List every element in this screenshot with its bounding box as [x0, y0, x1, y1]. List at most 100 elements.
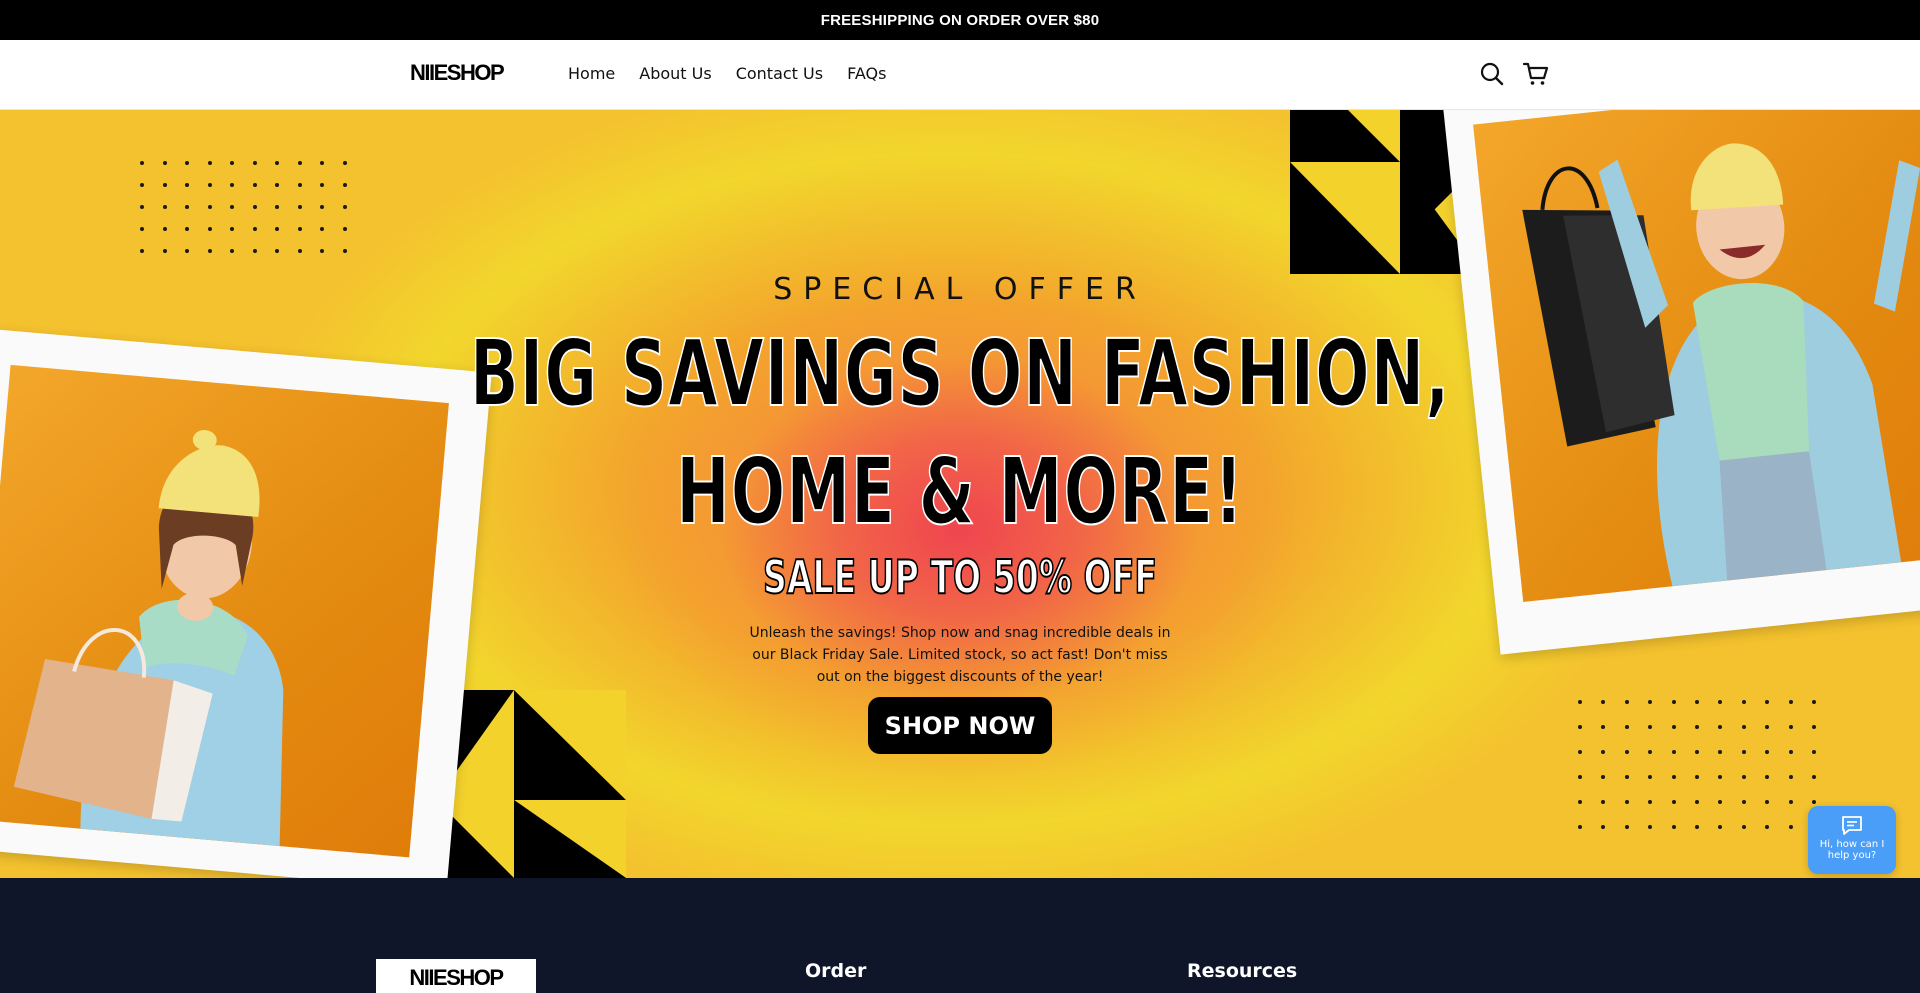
decorative-dot	[1718, 775, 1723, 779]
decorative-dot	[1718, 700, 1723, 704]
announcement-bar: FREESHIPPING ON ORDER OVER $80	[0, 0, 1920, 40]
decorative-dot	[1718, 725, 1723, 729]
decorative-dot	[1694, 725, 1699, 729]
chat-widget[interactable]: Hi, how can I help you?	[1808, 806, 1896, 874]
decorative-dot	[1648, 825, 1653, 829]
hero-headline-line1: BIG SAVINGS ON FASHION,	[469, 319, 1451, 428]
decorative-dot	[185, 183, 189, 187]
main-nav: Home About Us Contact Us FAQs	[568, 64, 886, 83]
decorative-dot	[1811, 800, 1816, 804]
decorative-dot	[1601, 700, 1606, 704]
footer-logo[interactable]: NIIESHOP	[376, 959, 536, 993]
decorative-dot	[1718, 825, 1723, 829]
decorative-dot	[1578, 825, 1582, 829]
decorative-dot	[230, 249, 234, 253]
shop-now-button[interactable]: SHOP NOW	[868, 697, 1052, 754]
decorative-dot	[162, 249, 167, 253]
decorative-dot	[1811, 750, 1816, 754]
decorative-dot	[207, 183, 212, 187]
decorative-dot	[252, 205, 257, 209]
decorative-dot	[1765, 725, 1770, 729]
nav-faqs[interactable]: FAQs	[847, 64, 886, 83]
decorative-dot	[207, 249, 212, 253]
nav-home[interactable]: Home	[568, 64, 615, 83]
search-icon[interactable]	[1478, 60, 1506, 88]
decorative-dot-grid	[140, 161, 347, 253]
decorative-dot	[1694, 800, 1699, 804]
decorative-dot	[140, 227, 144, 231]
decorative-dot	[230, 205, 234, 209]
decorative-dot	[162, 205, 167, 209]
decorative-dot	[207, 205, 212, 209]
hero-description: Unleash the savings! Shop now and snag i…	[749, 625, 1171, 685]
footer-heading-order: Order	[805, 960, 867, 982]
decorative-dot	[320, 205, 324, 209]
hero-eyebrow: SPECIAL OFFER	[773, 272, 1147, 307]
decorative-dot	[1694, 700, 1699, 704]
decorative-dot	[1578, 775, 1582, 779]
hero-headline-line2: HOME & MORE!	[675, 437, 1244, 546]
decorative-dot	[185, 227, 189, 231]
decorative-dot	[185, 161, 189, 165]
decorative-dot	[1741, 775, 1746, 779]
decorative-dot	[320, 183, 324, 187]
decorative-dot	[275, 205, 279, 209]
hero-banner: SPECIAL OFFER BIG SAVINGS ON FASHION, HO…	[0, 110, 1920, 878]
chat-bubble-icon	[1840, 815, 1864, 837]
decorative-dot	[275, 161, 279, 165]
decorative-dot	[207, 227, 212, 231]
decorative-dot	[297, 183, 302, 187]
decorative-dot	[1788, 750, 1793, 754]
decorative-dot	[185, 249, 189, 253]
decorative-dot	[320, 249, 324, 253]
chat-widget-text: Hi, how can I help you?	[1819, 839, 1885, 861]
decorative-dot	[162, 183, 167, 187]
cart-icon[interactable]	[1522, 60, 1550, 88]
decorative-dot	[1718, 800, 1723, 804]
decorative-dot	[1765, 750, 1770, 754]
decorative-dot	[297, 227, 302, 231]
decorative-dot	[1765, 700, 1770, 704]
footer-heading-resources: Resources	[1187, 960, 1298, 982]
decorative-dot	[1671, 725, 1676, 729]
decorative-dot	[162, 227, 167, 231]
decorative-dot	[1694, 825, 1699, 829]
decorative-dot	[140, 161, 144, 165]
decorative-dot	[1788, 700, 1793, 704]
decorative-dot	[140, 183, 144, 187]
decorative-dot	[1671, 775, 1676, 779]
decorative-dot	[1765, 775, 1770, 779]
decorative-dot	[230, 227, 234, 231]
decorative-dot	[275, 249, 279, 253]
decorative-dot	[275, 183, 279, 187]
decorative-dot	[1718, 750, 1723, 754]
nav-contact-us[interactable]: Contact Us	[736, 64, 823, 83]
decorative-dot	[1601, 725, 1606, 729]
decorative-dot	[342, 249, 347, 253]
announcement-text: FREESHIPPING ON ORDER OVER $80	[820, 11, 1100, 29]
decorative-dot	[342, 183, 347, 187]
nav-about-us[interactable]: About Us	[639, 64, 711, 83]
header-actions	[1478, 60, 1550, 88]
decorative-dot	[1624, 800, 1629, 804]
decorative-dot	[1601, 775, 1606, 779]
decorative-dot	[320, 161, 324, 165]
decorative-dot	[1741, 825, 1746, 829]
decorative-dot	[1601, 825, 1606, 829]
decorative-dot	[342, 161, 347, 165]
decorative-dot	[1811, 700, 1816, 704]
decorative-dot	[1788, 825, 1793, 829]
decorative-dot	[1741, 700, 1746, 704]
decorative-dot	[1741, 800, 1746, 804]
site-header: NIIESHOP Home About Us Contact Us FAQs	[0, 40, 1920, 110]
decorative-dot	[1741, 725, 1746, 729]
decorative-dot	[342, 227, 347, 231]
decorative-dot	[1694, 750, 1699, 754]
decorative-dot	[1788, 725, 1793, 729]
decorative-dot	[297, 249, 302, 253]
decorative-dot	[297, 161, 302, 165]
decorative-dot	[1648, 750, 1653, 754]
decorative-dot	[1671, 800, 1676, 804]
site-logo[interactable]: NIIESHOP	[410, 60, 505, 86]
decorative-dot	[185, 205, 189, 209]
